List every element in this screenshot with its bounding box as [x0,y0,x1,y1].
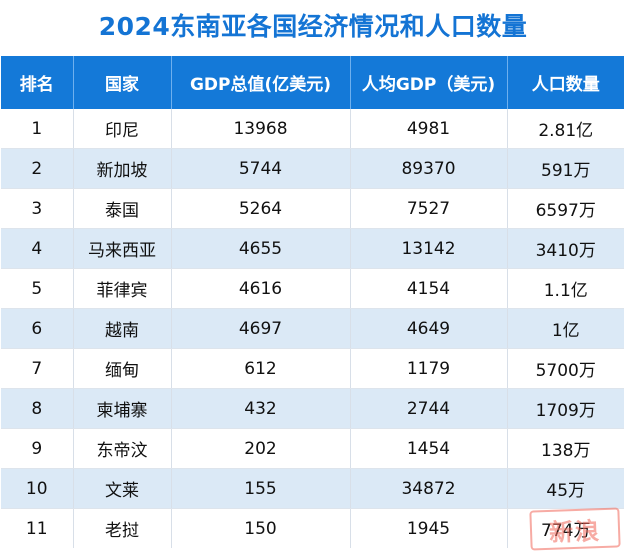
table-row: 10 文莱 155 34872 45万 [1,468,624,509]
cell-rank: 5 [1,268,74,309]
table-row: 6 越南 4697 4649 1亿 [1,308,624,349]
cell-rank: 4 [1,228,74,269]
cell-rank: 7 [1,348,74,389]
cell-gdp-total: 5264 [171,188,351,229]
cell-country: 柬埔寨 [73,388,172,429]
table-row: 2 新加坡 5744 89370 591万 [1,148,624,189]
page: 2024东南亚各国经济情况和人口数量 排名 国家 GDP总值(亿美元) 人均GD… [0,0,626,553]
cell-gdp-per-capita: 4154 [350,268,508,309]
header-gdp-total: GDP总值(亿美元) [171,56,351,109]
cell-country: 老挝 [73,508,172,548]
cell-rank: 10 [1,468,74,509]
cell-gdp-total: 432 [171,388,351,429]
cell-country: 文莱 [73,468,172,509]
cell-gdp-total: 4697 [171,308,351,349]
cell-country: 新加坡 [73,148,172,189]
cell-country: 越南 [73,308,172,349]
cell-rank: 8 [1,388,74,429]
table-header-row: 排名 国家 GDP总值(亿美元) 人均GDP（美元) 人口数量 [1,56,624,109]
cell-population: 1.1亿 [507,268,624,309]
cell-rank: 9 [1,428,74,469]
cell-rank: 6 [1,308,74,349]
cell-population: 6597万 [507,188,624,229]
table-row: 7 缅甸 612 1179 5700万 [1,348,624,389]
table-row: 5 菲律宾 4616 4154 1.1亿 [1,268,624,309]
cell-population: 591万 [507,148,624,189]
cell-population: 1709万 [507,388,624,429]
cell-country: 泰国 [73,188,172,229]
cell-gdp-per-capita: 1179 [350,348,508,389]
cell-rank: 11 [1,508,74,548]
cell-population: 3410万 [507,228,624,269]
cell-population: 5700万 [507,348,624,389]
cell-rank: 3 [1,188,74,229]
cell-gdp-per-capita: 34872 [350,468,508,509]
cell-gdp-per-capita: 2744 [350,388,508,429]
table-row: 4 马来西亚 4655 13142 3410万 [1,228,624,269]
header-population: 人口数量 [507,56,624,109]
table-row: 1 印尼 13968 4981 2.81亿 [1,109,624,149]
watermark-logo: 新浪 [529,507,621,551]
cell-gdp-total: 13968 [171,109,351,149]
cell-gdp-per-capita: 13142 [350,228,508,269]
cell-country: 东帝汶 [73,428,172,469]
cell-rank: 2 [1,148,74,189]
header-gdp-per-capita: 人均GDP（美元) [350,56,508,109]
table-body: 1 印尼 13968 4981 2.81亿 2 新加坡 5744 89370 591万 3 泰国 526… [1,109,624,548]
header-rank: 排名 [1,56,74,109]
cell-gdp-total: 202 [171,428,351,469]
table-row: 8 柬埔寨 432 2744 1709万 [1,388,624,429]
cell-gdp-total: 4655 [171,228,351,269]
cell-gdp-total: 5744 [171,148,351,189]
page-title: 2024东南亚各国经济情况和人口数量 [98,12,528,41]
cell-gdp-per-capita: 7527 [350,188,508,229]
cell-gdp-total: 155 [171,468,351,509]
cell-country: 菲律宾 [73,268,172,309]
cell-population: 2.81亿 [507,109,624,149]
header-country: 国家 [73,56,172,109]
cell-country: 马来西亚 [73,228,172,269]
cell-gdp-per-capita: 4649 [350,308,508,349]
cell-population: 138万 [507,428,624,469]
data-table: 排名 国家 GDP总值(亿美元) 人均GDP（美元) 人口数量 1 印尼 13968… [1,56,624,548]
cell-gdp-total: 150 [171,508,351,548]
cell-population: 1亿 [507,308,624,349]
table-row: 3 泰国 5264 7527 6597万 [1,188,624,229]
cell-rank: 1 [1,109,74,149]
cell-gdp-per-capita: 4981 [350,109,508,149]
cell-gdp-per-capita: 1454 [350,428,508,469]
cell-gdp-total: 612 [171,348,351,389]
cell-gdp-per-capita: 89370 [350,148,508,189]
cell-gdp-per-capita: 1945 [350,508,508,548]
cell-gdp-total: 4616 [171,268,351,309]
cell-country: 印尼 [73,109,172,149]
cell-population: 45万 [507,468,624,509]
cell-country: 缅甸 [73,348,172,389]
table-row: 9 东帝汶 202 1454 138万 [1,428,624,469]
